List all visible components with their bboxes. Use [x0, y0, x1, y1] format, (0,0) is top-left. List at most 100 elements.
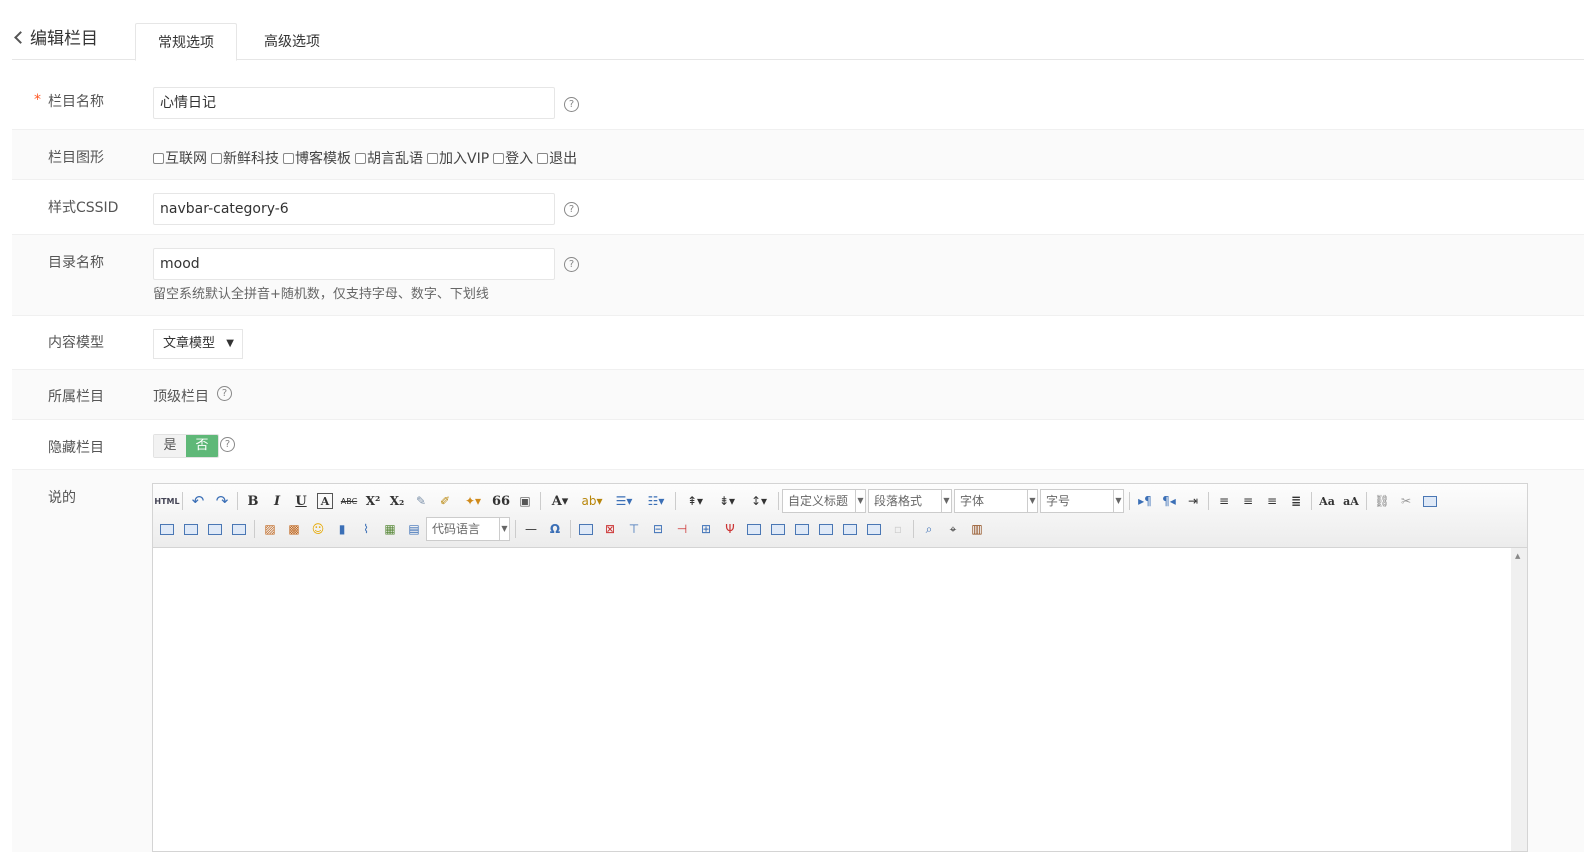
- italic-button[interactable]: I: [265, 490, 289, 512]
- attachment-icon[interactable]: ⌇: [354, 518, 378, 540]
- html-source-button[interactable]: HTML: [154, 490, 179, 512]
- checkbox-internet[interactable]: 互联网: [153, 148, 207, 168]
- preview-search-icon[interactable]: ⌕: [917, 518, 941, 540]
- delete-table-icon[interactable]: ⊠: [598, 518, 622, 540]
- back-button[interactable]: 编辑栏目: [12, 24, 98, 49]
- checkbox-box[interactable]: [211, 152, 222, 164]
- emotion-icon[interactable]: ☺: [306, 518, 330, 540]
- align-left-icon[interactable]: ≡: [1212, 490, 1236, 512]
- insert-row-icon[interactable]: ⊟: [646, 518, 670, 540]
- search-replace-icon[interactable]: ⌖: [941, 518, 965, 540]
- tolowercase-icon[interactable]: aA: [1339, 490, 1363, 512]
- merge-down-icon[interactable]: [790, 518, 814, 540]
- checkbox-blog-template[interactable]: 博客模板: [283, 148, 351, 168]
- line-height-icon[interactable]: ↕▾: [743, 490, 775, 512]
- editor-scrollbar[interactable]: ▲: [1511, 548, 1527, 851]
- code-language-select[interactable]: 代码语言 ▼: [426, 517, 510, 541]
- align-right-icon[interactable]: ≡: [1260, 490, 1284, 512]
- checkbox-box[interactable]: [427, 152, 438, 164]
- multi-image-icon[interactable]: ▩: [282, 518, 306, 540]
- delete-col-icon[interactable]: Ψ: [718, 518, 742, 540]
- horizontal-rule-button[interactable]: —: [519, 518, 543, 540]
- toggle-yes[interactable]: 是: [154, 435, 186, 457]
- checkbox-nonsense[interactable]: 胡言乱语: [355, 148, 423, 168]
- help-icon[interactable]: ?: [220, 437, 235, 452]
- row-spacing-bottom-icon[interactable]: ⇟▾: [711, 490, 743, 512]
- merge-cells-icon[interactable]: [742, 518, 766, 540]
- checkbox-vip[interactable]: 加入VIP: [427, 148, 489, 168]
- map-icon[interactable]: ▦: [378, 518, 402, 540]
- subscript-button[interactable]: X₂: [385, 490, 409, 512]
- tab-general[interactable]: 常规选项: [135, 23, 237, 61]
- split-to-cells-icon[interactable]: [814, 518, 838, 540]
- directory-input[interactable]: mood: [153, 248, 555, 280]
- ltr-direction-icon[interactable]: ▸¶: [1133, 490, 1157, 512]
- checkbox-login[interactable]: 登入: [493, 148, 533, 168]
- font-family-select[interactable]: 字体 ▼: [954, 489, 1038, 513]
- redo-icon[interactable]: ↷: [210, 490, 234, 512]
- link-icon[interactable]: ⛓: [1370, 490, 1394, 512]
- split-to-rows-icon[interactable]: [838, 518, 862, 540]
- insert-table-icon[interactable]: [574, 518, 598, 540]
- help-icon[interactable]: ?: [564, 257, 579, 272]
- bold-button[interactable]: B: [241, 490, 265, 512]
- help-icon[interactable]: ?: [564, 202, 579, 217]
- checkbox-box[interactable]: [283, 152, 294, 164]
- scroll-up-icon[interactable]: ▲: [1515, 552, 1520, 560]
- image-right-icon[interactable]: [203, 518, 227, 540]
- underline-button[interactable]: U: [289, 490, 313, 512]
- checkbox-box[interactable]: [493, 152, 505, 164]
- toggle-no[interactable]: 否: [186, 435, 218, 457]
- charts-icon[interactable]: ▫: [886, 518, 910, 540]
- custom-heading-select[interactable]: 自定义标题 ▼: [782, 489, 866, 513]
- row-spacing-top-icon[interactable]: ⇞▾: [679, 490, 711, 512]
- forecolor-button[interactable]: A ▾: [544, 490, 576, 512]
- align-center-icon[interactable]: ≡: [1236, 490, 1260, 512]
- align-justify-icon[interactable]: ≣: [1284, 490, 1308, 512]
- ordered-list-icon[interactable]: ☰▾: [608, 490, 640, 512]
- blockquote-button[interactable]: 66: [489, 490, 513, 512]
- insert-col-icon[interactable]: ⊞: [694, 518, 718, 540]
- delete-row-icon[interactable]: ⊣: [670, 518, 694, 540]
- help-icon[interactable]: ?: [564, 97, 579, 112]
- insert-video-icon[interactable]: ▮: [330, 518, 354, 540]
- image-none-icon[interactable]: [155, 518, 179, 540]
- model-select[interactable]: 文章模型 ▼: [153, 329, 243, 359]
- insert-frame-icon[interactable]: ▤: [402, 518, 426, 540]
- font-size-select[interactable]: 字号 ▼: [1040, 489, 1124, 513]
- editor-content-area[interactable]: ▲: [153, 548, 1527, 851]
- cssid-input[interactable]: navbar-category-6: [153, 193, 555, 225]
- unordered-list-icon[interactable]: ☷▾: [640, 490, 672, 512]
- eraser-icon[interactable]: ✎: [409, 490, 433, 512]
- fullscreen-icon[interactable]: [1418, 490, 1442, 512]
- insert-image-icon[interactable]: ▨: [258, 518, 282, 540]
- help-icon[interactable]: ?: [217, 386, 232, 401]
- touppercase-icon[interactable]: Aа: [1315, 490, 1339, 512]
- checkbox-box[interactable]: [153, 152, 164, 164]
- drafts-icon[interactable]: ▥: [965, 518, 989, 540]
- fontborder-button[interactable]: A: [317, 493, 333, 509]
- undo-icon[interactable]: ↶: [186, 490, 210, 512]
- format-brush-icon[interactable]: ✐: [433, 490, 457, 512]
- checkbox-box[interactable]: [355, 152, 366, 164]
- insert-paragraph-before-table-icon[interactable]: ⊤: [622, 518, 646, 540]
- name-input[interactable]: 心情日记: [153, 87, 555, 119]
- special-chars-button[interactable]: Ω: [543, 518, 567, 540]
- rtl-direction-icon[interactable]: ¶◂: [1157, 490, 1181, 512]
- tab-advanced[interactable]: 高级选项: [242, 23, 342, 61]
- merge-right-icon[interactable]: [766, 518, 790, 540]
- unlink-icon[interactable]: ✂: [1394, 490, 1418, 512]
- image-left-icon[interactable]: [179, 518, 203, 540]
- autotypeset-icon[interactable]: ✦▾: [457, 490, 489, 512]
- checkbox-logout[interactable]: 退出: [537, 148, 577, 168]
- checkbox-box[interactable]: [537, 152, 549, 164]
- paste-plain-icon[interactable]: ▣: [513, 490, 537, 512]
- image-center-icon[interactable]: [227, 518, 251, 540]
- backcolor-icon[interactable]: ab▾: [576, 490, 608, 512]
- split-to-cols-icon[interactable]: [862, 518, 886, 540]
- indent-icon[interactable]: ⇥: [1181, 490, 1205, 512]
- strikethrough-button[interactable]: ABC: [337, 490, 361, 512]
- superscript-button[interactable]: X²: [361, 490, 385, 512]
- paragraph-select[interactable]: 段落格式 ▼: [868, 489, 952, 513]
- hidden-toggle[interactable]: 是 否: [153, 434, 219, 458]
